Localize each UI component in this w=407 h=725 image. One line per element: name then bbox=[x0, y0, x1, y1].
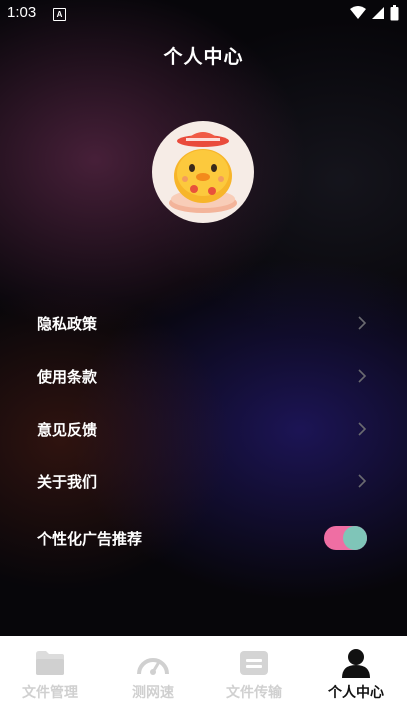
menu-item-privacy-policy[interactable]: 隐私政策 bbox=[0, 301, 407, 345]
status-icons bbox=[350, 5, 399, 21]
file-transfer-icon bbox=[240, 651, 268, 675]
speedometer-icon bbox=[137, 658, 169, 675]
tab-file-transfer[interactable]: 文件传输 bbox=[204, 636, 304, 725]
chevron-right-icon bbox=[358, 369, 367, 383]
menu-item-label: 隐私政策 bbox=[37, 315, 98, 333]
page-title: 个人中心 bbox=[163, 46, 244, 68]
signal-icon bbox=[372, 7, 384, 19]
tab-label: 测网速 bbox=[132, 685, 174, 701]
notification-a-icon: A bbox=[53, 8, 66, 21]
battery-icon bbox=[390, 5, 399, 21]
wifi-icon bbox=[350, 6, 366, 19]
toggle-knob bbox=[343, 526, 367, 550]
duck-avatar-icon bbox=[169, 132, 237, 213]
menu-item-label: 使用条款 bbox=[37, 368, 98, 386]
status-time: 1:03 bbox=[7, 4, 37, 21]
tab-label: 文件传输 bbox=[226, 685, 282, 701]
tab-profile[interactable]: 个人中心 bbox=[306, 636, 406, 725]
tab-file-manager[interactable]: 文件管理 bbox=[0, 636, 100, 725]
chevron-right-icon bbox=[358, 316, 367, 330]
chevron-right-icon bbox=[358, 422, 367, 436]
bottom-nav: 文件管理 测网速 文件传输 个人中心 bbox=[0, 636, 407, 725]
menu-item-label: 关于我们 bbox=[37, 473, 98, 491]
tab-label: 文件管理 bbox=[22, 685, 78, 701]
menu-item-feedback[interactable]: 意见反馈 bbox=[0, 407, 407, 451]
status-bar: 1:03 A bbox=[0, 0, 407, 26]
chevron-right-icon bbox=[358, 474, 367, 488]
user-icon bbox=[342, 649, 370, 678]
personalized-ads-label: 个性化广告推荐 bbox=[37, 530, 143, 548]
tab-speed-test[interactable]: 测网速 bbox=[103, 636, 203, 725]
profile-screen: 1:03 A 个人中心 隐私政策 使用条款 意见反馈 关于我们 个性化广告推荐 bbox=[0, 0, 407, 636]
avatar[interactable] bbox=[152, 121, 254, 223]
menu-item-terms-of-use[interactable]: 使用条款 bbox=[0, 354, 407, 398]
personalized-ads-toggle[interactable] bbox=[324, 526, 367, 550]
tab-label: 个人中心 bbox=[328, 685, 384, 701]
folder-icon bbox=[36, 651, 64, 675]
menu-item-label: 意见反馈 bbox=[37, 421, 98, 439]
menu-item-about-us[interactable]: 关于我们 bbox=[0, 459, 407, 503]
